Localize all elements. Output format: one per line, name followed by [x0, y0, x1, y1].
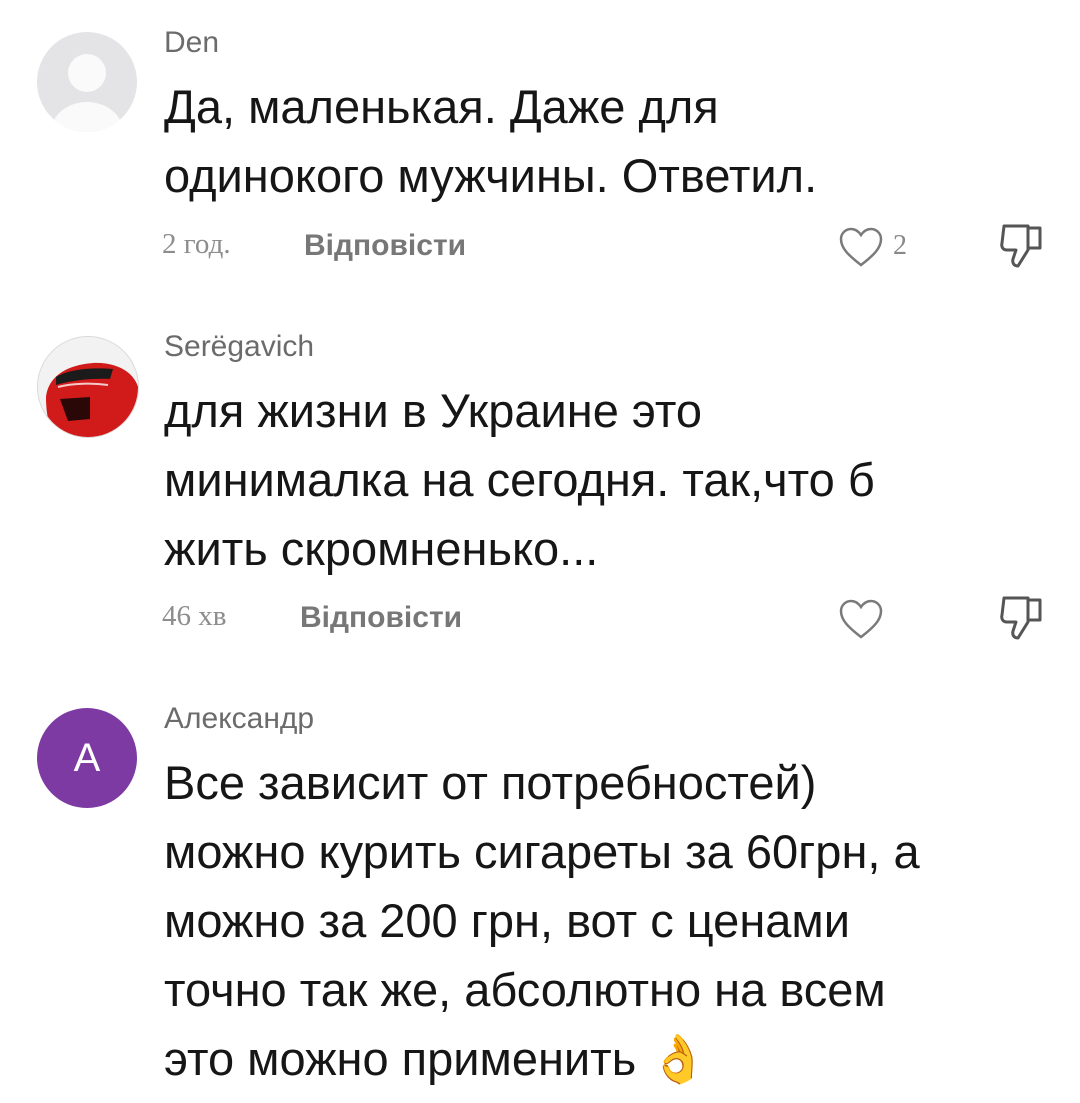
comment-1: Den Да, маленькая. Даже для одинокого му…	[0, 0, 1080, 300]
comment-time: 46 хв	[162, 600, 227, 632]
comment-username[interactable]: Александр	[164, 702, 314, 736]
thumbs-down-icon[interactable]	[998, 592, 1046, 644]
heart-outline-icon[interactable]	[838, 598, 884, 640]
comment-username[interactable]: Serëgavich	[164, 330, 314, 364]
reply-button[interactable]: Відповісти	[304, 229, 466, 263]
thumbs-down-icon[interactable]	[998, 220, 1046, 272]
heart-outline-icon[interactable]	[838, 226, 884, 268]
comment-text: Все зависит от потребностей) можно курит…	[164, 756, 920, 1085]
comment-2: Serëgavich для жизни в Украине это миним…	[0, 300, 1080, 680]
comment-username[interactable]: Den	[164, 26, 219, 60]
comment-time: 2 год.	[162, 228, 231, 260]
comment-text: Да, маленькая. Даже для одинокого мужчин…	[164, 80, 818, 202]
comment-3: A Александр Все зависит от потребностей)…	[0, 680, 1080, 1103]
comment-text: для жизни в Украине это минималка на сег…	[164, 384, 875, 575]
avatar-letter[interactable]: A	[37, 708, 137, 808]
like-count: 2	[893, 230, 907, 261]
reply-button[interactable]: Відповісти	[300, 601, 462, 635]
red-car-photo	[38, 337, 138, 437]
avatar-red-car-photo[interactable]	[37, 336, 139, 438]
avatar-default-user-icon[interactable]	[37, 32, 137, 132]
